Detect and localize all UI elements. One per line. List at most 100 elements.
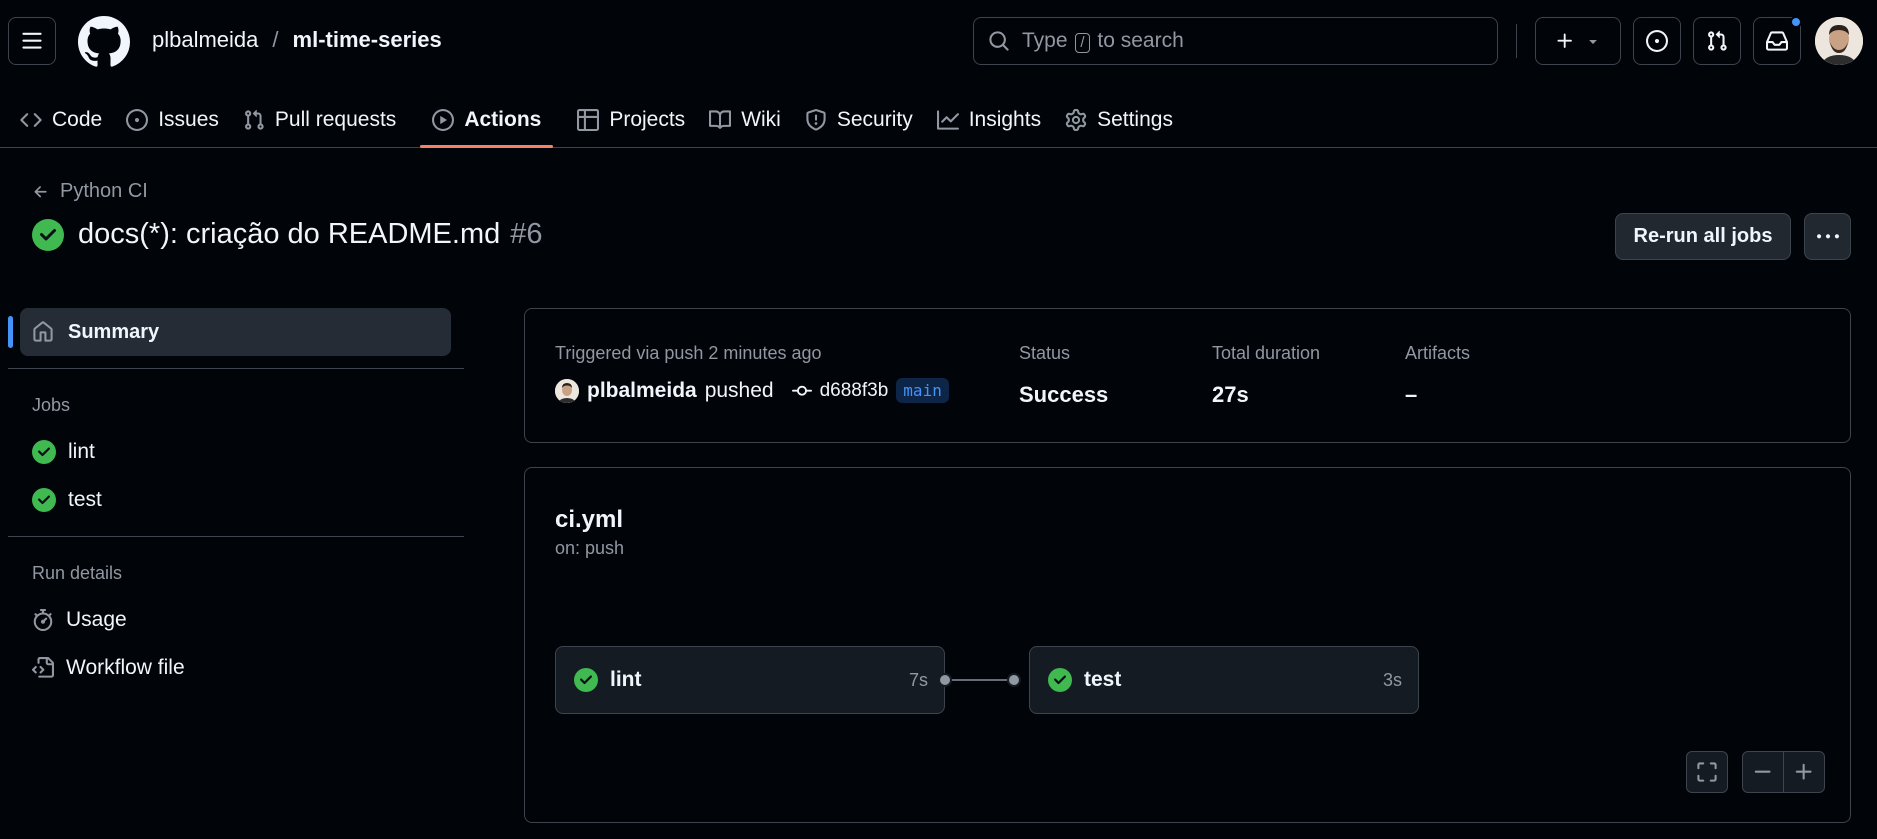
workflow-graph-panel: ci.yml on: push lint 7s test 3s <box>524 467 1851 823</box>
run-title-text: docs(*): criação do README.md <box>78 218 501 250</box>
tab-wiki[interactable]: Wiki <box>697 92 793 148</box>
status-label: Status <box>1019 343 1071 363</box>
sidebar-divider <box>8 368 464 369</box>
job-name: test <box>1084 668 1122 691</box>
search-placeholder: Type / to search <box>1022 29 1184 53</box>
tab-code[interactable]: Code <box>8 92 114 148</box>
check-circle-fill-icon <box>574 668 598 692</box>
sidebar-run-details-heading: Run details <box>32 563 123 583</box>
breadcrumb-separator: / <box>272 27 279 52</box>
actor-link[interactable]: plbalmeida <box>587 379 697 403</box>
tab-insights-label: Insights <box>968 108 1042 131</box>
actor-avatar[interactable] <box>555 378 579 403</box>
tab-settings[interactable]: Settings <box>1053 92 1185 148</box>
check-circle-fill-icon <box>32 218 64 251</box>
duration-label: Total duration <box>1212 343 1321 363</box>
file-code-icon <box>32 657 54 678</box>
tab-security[interactable]: Security <box>793 92 925 148</box>
job-card-test[interactable]: test 3s <box>1029 646 1419 714</box>
check-circle-fill-icon <box>1048 668 1072 692</box>
sidebar-item-summary[interactable]: Summary <box>8 308 451 356</box>
plus-icon <box>1557 33 1572 48</box>
sidebar-job-label: test <box>68 488 102 511</box>
user-avatar[interactable] <box>1815 17 1863 65</box>
inbox-button[interactable] <box>1753 16 1802 65</box>
tab-projects[interactable]: Projects <box>565 92 697 148</box>
pull-requests-button[interactable] <box>1693 17 1741 65</box>
duration-value[interactable]: 27s <box>1212 382 1320 408</box>
notification-indicator <box>1790 16 1802 28</box>
create-new-button[interactable] <box>1535 17 1621 65</box>
search-placeholder-suffix: to search <box>1097 29 1184 52</box>
hamburger-icon <box>22 32 42 49</box>
menu-button[interactable] <box>8 17 56 65</box>
screen-full-icon <box>1697 762 1717 782</box>
issue-opened-icon <box>1646 30 1668 52</box>
job-duration: 7s <box>908 669 928 690</box>
sidebar-item-workflow-file[interactable]: Workflow file <box>8 644 464 692</box>
triangle-down-icon <box>1589 40 1597 44</box>
search-shortcut-key: / <box>1075 33 1090 53</box>
sidebar-item-test[interactable]: test <box>8 476 464 524</box>
status-value: Success <box>1019 382 1109 407</box>
table-icon <box>577 109 600 131</box>
back-link-label: Python CI <box>60 180 148 202</box>
check-circle-fill-icon <box>32 440 56 464</box>
github-logo-icon[interactable] <box>78 16 130 68</box>
duration-section: Total duration 27s <box>1212 343 1320 408</box>
job-output-node <box>938 673 952 687</box>
rerun-all-jobs-button[interactable]: Re-run all jobs <box>1615 213 1791 260</box>
plus-icon <box>1795 763 1812 780</box>
trigger-text: Triggered via push 2 minutes ago <box>555 343 822 363</box>
tab-insights[interactable]: Insights <box>925 92 1053 148</box>
pull-request-icon <box>244 109 264 130</box>
tab-wiki-label: Wiki <box>741 108 781 131</box>
tab-actions-label: Actions <box>464 108 542 131</box>
back-to-workflow-link[interactable]: Python CI <box>32 180 148 203</box>
repo-owner-link[interactable]: plbalmeida <box>152 27 258 53</box>
sidebar-usage-label: Usage <box>66 608 127 631</box>
zoom-in-button[interactable] <box>1783 751 1825 793</box>
avatar-icon <box>555 378 579 403</box>
tab-code-label: Code <box>52 108 103 131</box>
fullscreen-button[interactable] <box>1686 751 1728 793</box>
workflow-trigger: on: push <box>555 538 625 558</box>
job-input-node <box>1007 673 1021 687</box>
repo-name-link[interactable]: ml-time-series <box>293 27 442 53</box>
sidebar-job-label: lint <box>68 440 95 463</box>
tab-actions[interactable]: Actions <box>420 92 554 148</box>
job-duration: 3s <box>1382 669 1402 690</box>
search-input[interactable]: Type / to search <box>973 17 1498 65</box>
arrow-left-icon <box>34 185 47 197</box>
workflow-file-name: ci.yml <box>555 506 624 533</box>
job-connector <box>952 679 1009 681</box>
play-icon <box>432 109 455 131</box>
search-placeholder-prefix: Type <box>1022 29 1068 52</box>
home-icon <box>33 321 53 342</box>
git-commit-icon <box>791 385 812 396</box>
avatar-icon <box>1815 17 1863 65</box>
repo-breadcrumb: plbalmeida / ml-time-series <box>152 27 442 53</box>
graph-icon <box>936 110 959 130</box>
sidebar-jobs-heading: Jobs <box>32 395 71 415</box>
sidebar-item-usage[interactable]: Usage <box>8 596 464 644</box>
branch-badge[interactable]: main <box>896 378 949 403</box>
inbox-icon <box>1766 31 1788 51</box>
zoom-out-button[interactable] <box>1742 751 1784 793</box>
tab-issues-label: Issues <box>158 108 219 131</box>
issues-button[interactable] <box>1633 17 1681 65</box>
tab-issues[interactable]: Issues <box>114 92 231 148</box>
page-title: docs(*): criação do README.md #6 <box>32 218 543 251</box>
tab-pull-requests[interactable]: Pull requests <box>231 92 408 148</box>
commit-sha-link[interactable]: d688f3b <box>820 380 889 402</box>
job-card-lint[interactable]: lint 7s <box>555 646 945 714</box>
search-icon <box>989 31 1009 51</box>
trigger-section: Triggered via push 2 minutes ago plbalme… <box>555 343 949 403</box>
job-name: lint <box>610 668 642 691</box>
sidebar-item-lint[interactable]: lint <box>8 428 464 476</box>
sidebar-summary-label: Summary <box>68 320 160 343</box>
repo-nav-tabs: Code Issues Pull requests Actions Projec… <box>0 92 1185 148</box>
more-options-button[interactable] <box>1804 213 1851 260</box>
tab-settings-label: Settings <box>1097 108 1173 131</box>
dash-icon <box>1754 770 1771 773</box>
